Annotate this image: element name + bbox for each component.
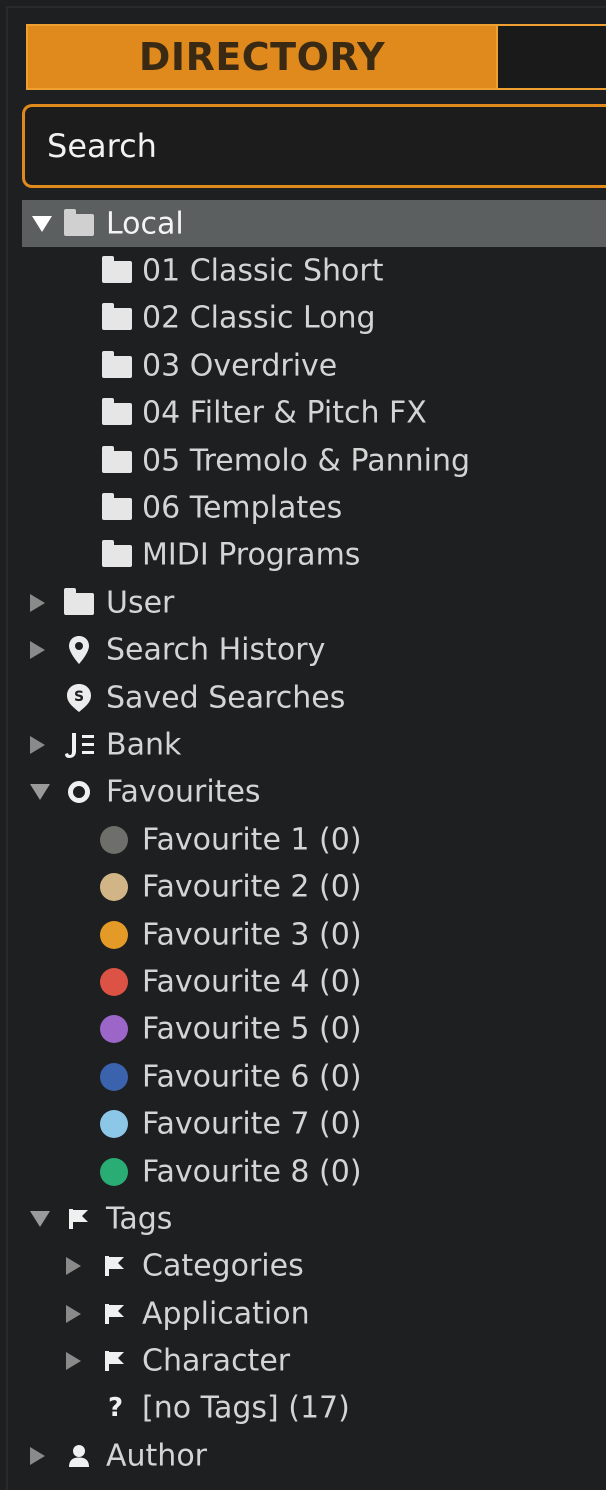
circle-ring-icon <box>67 780 91 804</box>
bank-list-icon <box>64 731 96 759</box>
flag-icon <box>104 1350 126 1372</box>
expand-arrow-right-icon[interactable] <box>66 1352 81 1371</box>
tree-item-label: Application <box>142 1296 310 1332</box>
tree-item-label: Favourite 1 (0) <box>142 822 362 858</box>
tree-item-folder[interactable]: 02 Classic Long <box>22 295 606 342</box>
tree-item-label: Author <box>106 1438 208 1474</box>
folder-icon <box>102 445 132 473</box>
favourite-color-dot-icon <box>100 1062 128 1091</box>
folder-icon <box>102 350 132 378</box>
tree-item-label: Favourite 7 (0) <box>142 1106 362 1142</box>
person-icon <box>68 1444 90 1468</box>
folder-icon <box>64 208 94 236</box>
tree-item-no-tags[interactable]: ? [no Tags] (17) <box>22 1385 606 1432</box>
tree-item-label: Favourite 4 (0) <box>142 964 362 1000</box>
folder-icon <box>64 587 94 615</box>
tree-item-tags[interactable]: Tags <box>22 1195 606 1242</box>
tree-item-tag-group[interactable]: Categories <box>22 1243 606 1290</box>
tree-item-label: Bank <box>106 727 182 763</box>
tree-item-label: Favourites <box>106 774 261 810</box>
tree-item-folder[interactable]: 03 Overdrive <box>22 342 606 389</box>
tree-item-folder[interactable]: 06 Templates <box>22 484 606 531</box>
tree-item-label: Favourite 5 (0) <box>142 1011 362 1047</box>
tab-bar: DIRECTORY <box>26 24 606 90</box>
flag-icon <box>104 1255 126 1277</box>
tab-secondary[interactable] <box>498 24 606 90</box>
expand-arrow-down-icon[interactable] <box>30 1210 50 1227</box>
svg-text:S: S <box>74 689 84 705</box>
tree-item-label: Favourite 8 (0) <box>142 1154 362 1189</box>
folder-icon <box>102 540 132 568</box>
tree-item-favourite[interactable]: Favourite 8 (0) <box>22 1148 606 1195</box>
flag-icon <box>68 1208 90 1230</box>
folder-icon <box>102 303 132 331</box>
tree-item-label: Search History <box>106 632 326 668</box>
favourite-color-dot-icon <box>100 1015 128 1044</box>
tree-item-folder[interactable]: 05 Tremolo & Panning <box>22 437 606 484</box>
tree-item-label: Saved Searches <box>106 680 346 716</box>
tree-item-label: [no Tags] (17) <box>142 1390 350 1426</box>
tree-item-author[interactable]: Author <box>22 1432 606 1479</box>
tree-item-folder[interactable]: 04 Filter & Pitch FX <box>22 390 606 437</box>
tab-directory[interactable]: DIRECTORY <box>26 24 498 90</box>
tree-item-label: 06 Templates <box>142 490 343 526</box>
tree-item-label: Tags <box>106 1201 173 1237</box>
favourite-color-dot-icon <box>100 873 128 902</box>
tree-item-tag-group[interactable]: Application <box>22 1290 606 1337</box>
tree-item-favourites[interactable]: Favourites <box>22 769 606 816</box>
tree-item-label: MIDI Programs <box>142 537 361 573</box>
flag-icon <box>104 1303 126 1325</box>
directory-tree: Local 01 Classic Short 02 Classic Long 0… <box>22 200 606 1480</box>
tree-item-tag-group[interactable]: Character <box>22 1337 606 1384</box>
tree-item-saved-searches[interactable]: S Saved Searches <box>22 674 606 721</box>
tree-item-folder[interactable]: 01 Classic Short <box>22 247 606 294</box>
tree-item-favourite[interactable]: Favourite 6 (0) <box>22 1053 606 1100</box>
tree-item-search-history[interactable]: Search History <box>22 627 606 674</box>
folder-icon <box>102 493 132 521</box>
tree-item-bank[interactable]: Bank <box>22 721 606 768</box>
expand-arrow-right-icon[interactable] <box>66 1304 81 1323</box>
folder-icon <box>102 398 132 426</box>
tree-item-favourite[interactable]: Favourite 5 (0) <box>22 1006 606 1053</box>
tree-item-label: Favourite 2 (0) <box>142 869 362 905</box>
tree-item-folder[interactable]: MIDI Programs <box>22 532 606 579</box>
question-mark-icon: ? <box>108 1393 124 1424</box>
tree-item-label: Character <box>142 1343 291 1379</box>
tree-item-label: 04 Filter & Pitch FX <box>142 395 427 431</box>
favourite-color-dot-icon <box>100 967 128 996</box>
tree-item-label: 05 Tremolo & Panning <box>142 443 471 479</box>
expand-arrow-right-icon[interactable] <box>30 1446 45 1465</box>
search-input[interactable] <box>47 127 606 165</box>
favourite-color-dot-icon <box>100 825 128 854</box>
tree-item-favourite[interactable]: Favourite 7 (0) <box>22 1100 606 1147</box>
expand-arrow-right-icon[interactable] <box>30 641 45 660</box>
tree-item-label: 02 Classic Long <box>142 300 376 336</box>
tree-item-label: 01 Classic Short <box>142 253 384 289</box>
favourite-color-dot-icon <box>100 1110 128 1139</box>
expand-arrow-right-icon[interactable] <box>30 593 45 612</box>
tree-item-label: Favourite 6 (0) <box>142 1059 362 1095</box>
search-box <box>22 104 606 188</box>
tree-item-label: Local <box>106 206 184 242</box>
location-pin-icon <box>68 635 90 665</box>
expand-arrow-down-icon[interactable] <box>32 215 52 232</box>
folder-icon <box>102 256 132 284</box>
favourite-color-dot-icon <box>100 1157 128 1186</box>
tree-item-label: Favourite 3 (0) <box>142 917 362 953</box>
tree-item-user[interactable]: User <box>22 579 606 626</box>
tree-item-label: Categories <box>142 1248 304 1284</box>
expand-arrow-down-icon[interactable] <box>30 784 50 801</box>
tree-item-favourite[interactable]: Favourite 1 (0) <box>22 816 606 863</box>
tree-item-favourite[interactable]: Favourite 3 (0) <box>22 911 606 958</box>
expand-arrow-right-icon[interactable] <box>30 735 45 754</box>
favourite-color-dot-icon <box>100 920 128 949</box>
tree-item-favourite[interactable]: Favourite 4 (0) <box>22 958 606 1005</box>
expand-arrow-right-icon[interactable] <box>66 1257 81 1276</box>
saved-search-badge-icon: S <box>66 683 92 713</box>
tree-item-label: User <box>106 585 175 621</box>
tree-item-local[interactable]: Local <box>22 200 606 248</box>
tree-item-label: 03 Overdrive <box>142 348 338 384</box>
tree-item-favourite[interactable]: Favourite 2 (0) <box>22 863 606 910</box>
